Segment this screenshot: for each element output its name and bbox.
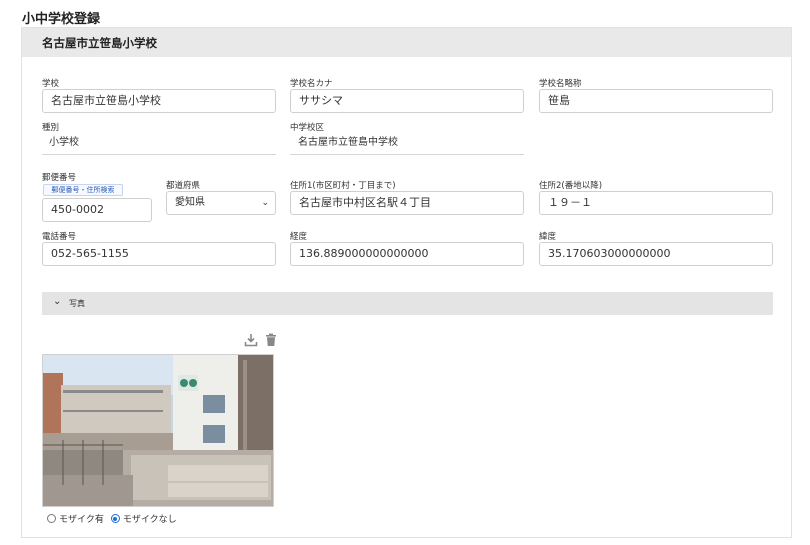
phone-input[interactable]: 052-565-1155 bbox=[42, 242, 276, 266]
prefecture-value: 愛知県 bbox=[175, 197, 205, 208]
school-abbrev-label: 学校名略称 bbox=[539, 79, 582, 89]
card-header: 名古屋市立笹島小学校 bbox=[22, 28, 791, 57]
school-name-input[interactable]: 名古屋市立笹島小学校 bbox=[42, 89, 276, 113]
school-kana-label: 学校名カナ bbox=[290, 79, 333, 89]
address1-label: 住所1(市区町村・丁目まで) bbox=[290, 181, 396, 191]
mosaic-off-label: モザイクなし bbox=[122, 515, 177, 525]
postal-search-button[interactable]: 郵便番号・住所検索 bbox=[43, 184, 123, 196]
chevron-down-icon: ⌄ bbox=[53, 296, 62, 307]
school-type-value: 小学校 bbox=[49, 137, 79, 148]
longitude-label: 経度 bbox=[290, 232, 308, 242]
card-title: 名古屋市立笹島小学校 bbox=[42, 36, 157, 50]
school-abbrev-input[interactable]: 笹島 bbox=[539, 89, 773, 113]
trash-icon[interactable] bbox=[264, 333, 278, 347]
school-type-divider bbox=[42, 154, 276, 155]
address2-label: 住所2(番地以降) bbox=[539, 181, 603, 191]
address2-input[interactable]: １９－１ bbox=[539, 191, 773, 215]
postal-input[interactable]: 450-0002 bbox=[42, 198, 152, 222]
school-kana-input[interactable]: ササシマ bbox=[290, 89, 524, 113]
school-building-image bbox=[43, 355, 273, 506]
mosaic-on-label: モザイク有 bbox=[59, 515, 104, 525]
download-icon[interactable] bbox=[244, 333, 258, 347]
photo-section-label: 写真 bbox=[69, 299, 85, 308]
junior-district-value: 名古屋市立笹島中学校 bbox=[298, 137, 398, 148]
school-photo bbox=[42, 354, 274, 507]
junior-district-label: 中学校区 bbox=[290, 123, 325, 133]
postal-label: 郵便番号 bbox=[42, 173, 77, 183]
page-title: 小中学校登録 bbox=[22, 12, 101, 27]
mosaic-off-option[interactable]: モザイクなし bbox=[110, 512, 177, 525]
address1-input[interactable]: 名古屋市中村区名駅４丁目 bbox=[290, 191, 524, 215]
chevron-down-icon: ⌄ bbox=[261, 198, 269, 208]
mosaic-on-radio[interactable] bbox=[47, 514, 56, 523]
prefecture-label: 都道府県 bbox=[166, 181, 201, 191]
latitude-label: 緯度 bbox=[539, 232, 557, 242]
school-name-label: 学校 bbox=[42, 79, 60, 89]
prefecture-select[interactable]: 愛知県 ⌄ bbox=[166, 191, 276, 215]
latitude-input[interactable]: 35.170603000000000 bbox=[539, 242, 773, 266]
mosaic-off-radio[interactable] bbox=[110, 514, 120, 523]
longitude-input[interactable]: 136.889000000000000 bbox=[290, 242, 524, 266]
phone-label: 電話番号 bbox=[42, 232, 77, 242]
junior-district-divider bbox=[290, 154, 524, 155]
mosaic-on-option[interactable]: モザイク有 bbox=[47, 512, 104, 525]
photo-section-toggle[interactable]: ⌄ 写真 bbox=[42, 292, 773, 315]
mosaic-options: モザイク有 モザイクなし bbox=[47, 512, 184, 525]
school-type-label: 種別 bbox=[42, 123, 60, 133]
school-card: 名古屋市立笹島小学校 学校 名古屋市立笹島小学校 学校名カナ ササシマ 学校名略… bbox=[21, 27, 792, 538]
